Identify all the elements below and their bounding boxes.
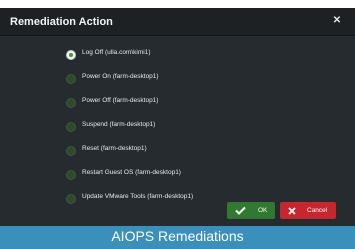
ok-button[interactable]: OK [227,202,275,219]
remediation-dialog: Remediation Action ✕ Log Off (ulla.com\k… [0,8,355,226]
option-power-on[interactable]: Power On (farm-desktop1) [66,69,326,89]
option-label: Power Off (farm-desktop1) [82,97,159,104]
close-icon[interactable]: ✕ [331,15,343,27]
cancel-label: Cancel [307,207,328,214]
option-label: Suspend (farm-desktop1) [82,121,156,128]
radio-unchecked[interactable] [66,98,76,108]
radio-unchecked[interactable] [66,122,76,132]
cancel-button[interactable]: Cancel [280,202,336,219]
option-label: Power On (farm-desktop1) [82,73,159,80]
radio-unchecked[interactable] [66,146,76,156]
remediation-options: Log Off (ulla.com\kimi1) Power On (farm-… [66,45,326,213]
option-power-off[interactable]: Power Off (farm-desktop1) [66,93,326,113]
radio-unchecked[interactable] [66,194,76,204]
dialog-header: Remediation Action ✕ [0,8,355,36]
checkmark-icon [231,202,249,219]
top-strip [0,0,355,8]
close-icon [283,202,301,219]
radio-unchecked[interactable] [66,74,76,84]
option-reset[interactable]: Reset (farm-desktop1) [66,141,326,161]
option-label: Log Off (ulla.com\kimi1) [82,49,151,56]
option-log-off[interactable]: Log Off (ulla.com\kimi1) [66,45,326,65]
option-suspend[interactable]: Suspend (farm-desktop1) [66,117,326,137]
option-label: Restart Guest OS (farm-desktop1) [82,169,181,176]
option-restart-guest-os[interactable]: Restart Guest OS (farm-desktop1) [66,165,326,185]
radio-unchecked[interactable] [66,170,76,180]
caption-band: AIOPS Remediations [0,226,355,249]
option-label: Update VMware Tools (farm-desktop1) [82,193,194,200]
dialog-title: Remediation Action [10,16,113,28]
caption-text: AIOPS Remediations [111,228,244,244]
ok-label: OK [258,207,268,214]
radio-checked[interactable] [66,50,76,60]
option-label: Reset (farm-desktop1) [82,145,147,152]
